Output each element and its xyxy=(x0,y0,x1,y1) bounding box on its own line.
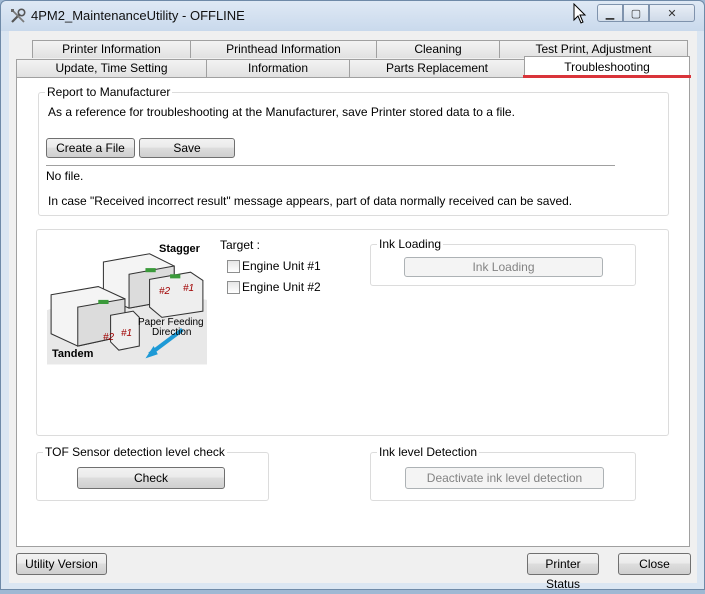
report-group-label: Report to Manufacturer xyxy=(45,85,173,99)
troubleshooting-page: Report to Manufacturer As a reference fo… xyxy=(16,77,690,547)
stagger-unit2-label: #2 xyxy=(159,286,171,297)
minimize-button[interactable]: ▁ xyxy=(597,4,623,22)
close-window-button[interactable]: ✕ xyxy=(649,4,695,22)
title-bar[interactable]: 4PM2_MaintenanceUtility - OFFLINE ▁ ▢ ✕ xyxy=(1,1,704,31)
tab-cleaning[interactable]: Cleaning xyxy=(376,40,500,58)
engine-unit-2-label[interactable]: Engine Unit #2 xyxy=(242,280,321,294)
window-title: 4PM2_MaintenanceUtility - OFFLINE xyxy=(31,8,245,23)
stagger-unit1-label: #1 xyxy=(183,283,195,294)
minimize-icon: ▁ xyxy=(605,7,615,20)
tandem-unit2-label: #2 xyxy=(103,332,115,343)
file-status: No file. xyxy=(46,169,84,183)
tandem-label: Tandem xyxy=(52,348,94,360)
tab-update-time-setting[interactable]: Update, Time Setting xyxy=(16,59,207,77)
printer-status-button[interactable]: Printer Status xyxy=(527,553,599,591)
main-window: 4PM2_MaintenanceUtility - OFFLINE ▁ ▢ ✕ … xyxy=(0,0,705,591)
tof-check-button[interactable]: Check xyxy=(77,467,225,489)
close-button[interactable]: Close xyxy=(618,553,691,575)
tab-information[interactable]: Information xyxy=(206,59,350,77)
tandem-unit1-label: #1 xyxy=(121,328,133,339)
stagger-label: Stagger xyxy=(159,243,200,255)
report-note: In case "Received incorrect result" mess… xyxy=(48,194,573,208)
mouse-cursor-icon xyxy=(573,3,587,24)
ink-loading-group-label: Ink Loading xyxy=(377,237,444,251)
maximize-button[interactable]: ▢ xyxy=(623,4,649,22)
tools-icon xyxy=(11,8,26,23)
utility-version-button[interactable]: Utility Version xyxy=(16,553,107,575)
maximize-icon: ▢ xyxy=(630,7,642,20)
save-button[interactable]: Save xyxy=(139,138,235,158)
ink-level-group-label: Ink level Detection xyxy=(377,445,480,459)
engine-layout-illustration xyxy=(47,243,207,365)
tof-sensor-group-label: TOF Sensor detection level check xyxy=(43,445,227,459)
engine-unit-1-label[interactable]: Engine Unit #1 xyxy=(242,259,321,273)
report-description: As a reference for troubleshooting at th… xyxy=(48,105,515,119)
tab-parts-replacement[interactable]: Parts Replacement xyxy=(349,59,525,77)
ink-loading-button[interactable]: Ink Loading xyxy=(404,257,603,277)
file-separator xyxy=(46,165,615,166)
create-file-button[interactable]: Create a File xyxy=(46,138,135,158)
paper-feed-label-line2: Direction xyxy=(152,327,192,338)
engine-unit-2-checkbox[interactable] xyxy=(227,281,240,294)
tab-printhead-information[interactable]: Printhead Information xyxy=(190,40,377,58)
active-tab-indicator xyxy=(523,75,691,78)
tab-printer-information[interactable]: Printer Information xyxy=(32,40,191,58)
engine-unit-1-checkbox[interactable] xyxy=(227,260,240,273)
target-label: Target : xyxy=(220,238,261,252)
client-area: Printer Information Printhead Informatio… xyxy=(9,31,697,591)
deactivate-ink-level-button[interactable]: Deactivate ink level detection xyxy=(405,467,604,489)
close-icon: ✕ xyxy=(667,7,677,20)
